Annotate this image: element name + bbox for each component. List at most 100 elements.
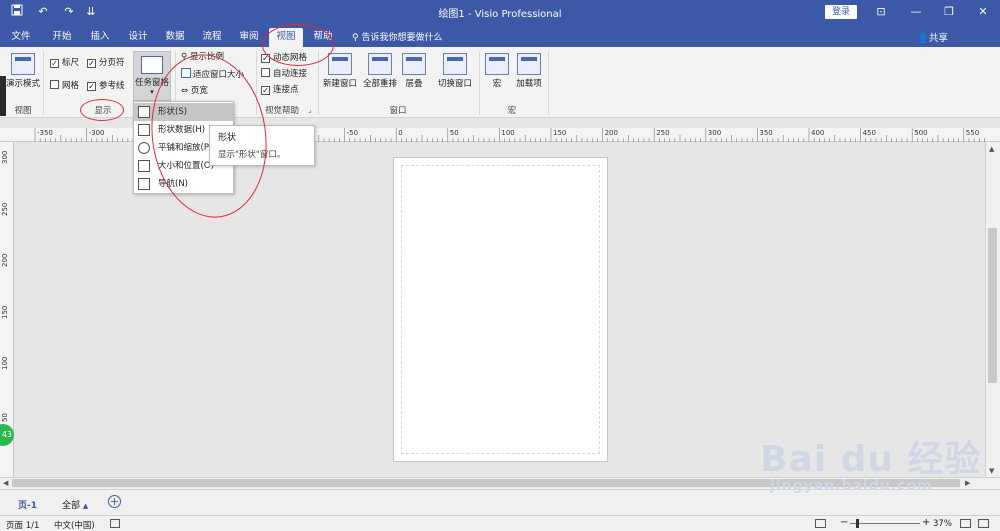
person-icon: 👤 <box>917 33 929 44</box>
arrange-all-button[interactable]: 全部重排 <box>360 53 400 89</box>
size-position-icon <box>138 160 150 172</box>
drawing-page[interactable] <box>393 157 608 462</box>
fit-window-icon[interactable] <box>960 519 971 528</box>
ribbon-tabs: 文件 开始 插入 设计 数据 流程 审阅 视图 帮助 ⚲ 告诉我你想要做什么 👤… <box>0 24 1000 47</box>
fit-page-icon[interactable] <box>815 519 826 528</box>
status-page: 页面 1/1 <box>6 521 40 531</box>
ruler-label: 300 <box>1 150 9 164</box>
present-mode-button[interactable]: 演示模式 <box>4 53 42 89</box>
arrange-all-icon <box>368 53 392 75</box>
macro-button[interactable]: 宏 <box>484 53 510 89</box>
status-bar: 页面 1/1 中文(中国) − + 37% <box>0 515 1000 531</box>
ruler-label: 200 <box>1 253 9 267</box>
annotation-circle-show <box>80 99 124 121</box>
search-icon: ⚲ <box>352 33 359 43</box>
group-label-window: 窗口 <box>389 106 407 116</box>
separator <box>43 51 44 115</box>
pan-zoom-icon <box>138 142 150 154</box>
tab-data[interactable]: 数据 <box>161 28 189 47</box>
ruler-label: 200 <box>604 129 618 137</box>
scroll-up-icon[interactable]: ▲ <box>989 145 994 153</box>
group-label-macro: 宏 <box>507 106 517 116</box>
navigation-icon <box>138 178 150 190</box>
macro-record-icon[interactable] <box>110 519 120 528</box>
maximize-icon[interactable]: ❐ <box>936 3 962 21</box>
ribbon-display-icon[interactable]: ⊡ <box>868 3 894 21</box>
ruler-label: 350 <box>759 129 773 137</box>
ruler-label: 150 <box>1 305 9 319</box>
scroll-down-icon[interactable]: ▼ <box>989 467 994 475</box>
ruler-label: 100 <box>501 129 515 137</box>
separator <box>548 51 549 115</box>
cascade-button[interactable]: 层叠 <box>400 53 428 89</box>
tell-me-search[interactable]: ⚲ 告诉我你想要做什么 <box>352 30 442 43</box>
watermark-brand: Bai du 经验 <box>760 439 982 480</box>
ruler-checkbox[interactable]: ✓ 标尺 <box>50 57 79 70</box>
tab-insert[interactable]: 插入 <box>86 28 114 47</box>
group-label-visual-aids: 视觉帮助 <box>264 106 299 116</box>
caret-up-icon: ▲ <box>82 502 89 510</box>
ruler-label: 550 <box>965 129 980 137</box>
switch-window-button[interactable]: 切换窗口 <box>434 53 476 89</box>
scroll-left-icon[interactable]: ◀ <box>3 479 8 487</box>
all-pages-button[interactable]: 全部 ▲ <box>62 498 88 511</box>
checkmark-icon: ✓ <box>87 59 96 68</box>
tab-review[interactable]: 审阅 <box>235 28 263 47</box>
share-button[interactable]: 👤共享 <box>917 30 948 44</box>
checkmark-icon: ✓ <box>87 82 96 91</box>
ruler-label: 50 <box>449 129 459 137</box>
add-page-icon[interactable]: + <box>108 495 121 508</box>
tab-file[interactable]: 文件 <box>7 28 35 47</box>
new-window-icon <box>328 53 352 75</box>
zoom-slider-handle[interactable] <box>856 519 859 528</box>
switch-window-icon <box>443 53 467 75</box>
page-margin <box>401 165 600 454</box>
new-window-button[interactable]: 新建窗口 <box>320 53 360 89</box>
ruler-label: 450 <box>862 129 876 137</box>
ruler-label: 250 <box>656 129 670 137</box>
tab-process[interactable]: 流程 <box>198 28 226 47</box>
pagebreak-checkbox[interactable]: ✓ 分页符 <box>87 57 125 70</box>
macro-icon <box>485 53 509 75</box>
guides-checkbox[interactable]: ✓ 参考线 <box>87 80 125 93</box>
separator <box>479 51 480 115</box>
ruler-label: 150 <box>553 129 567 137</box>
grid-checkbox[interactable]: 网格 <box>50 80 79 93</box>
cascade-icon <box>402 53 426 75</box>
close-icon[interactable]: ✕ <box>970 3 996 21</box>
login-button[interactable]: 登录 <box>825 5 857 19</box>
zoom-level: 37% <box>933 519 952 529</box>
watermark: Bai du 经验 jingyan.baidu.com <box>760 430 982 494</box>
ruler-label: 100 <box>1 356 9 370</box>
addins-button[interactable]: 加载项 <box>512 53 546 89</box>
page-tab-1[interactable]: 页-1 <box>18 498 37 511</box>
annotation-circle-view-tab <box>262 24 334 66</box>
shapes-icon <box>138 106 150 118</box>
title-bar: ↶ ↷ ⇊ 绘图1 - Visio Professional 登录 ⊡ — ❐ … <box>0 0 1000 24</box>
ruler-label: 500 <box>914 129 928 137</box>
ruler-label: -50 <box>346 129 359 137</box>
side-handle <box>0 76 6 116</box>
ruler-label: 400 <box>811 129 825 137</box>
switch-windows-icon[interactable] <box>978 519 989 528</box>
ruler-label: 250 <box>1 202 9 216</box>
vertical-scroll-thumb[interactable] <box>988 228 997 383</box>
ruler-label: 0 <box>398 129 403 137</box>
status-language: 中文(中国) <box>54 521 95 531</box>
connection-points-checkbox[interactable]: ✓ 连接点 <box>261 84 299 97</box>
ruler-label: 300 <box>707 129 722 137</box>
zoom-in-icon[interactable]: + <box>922 517 930 528</box>
group-label-view: 视图 <box>14 106 32 116</box>
dialog-launcher-icon[interactable]: ⌟ <box>308 105 312 114</box>
ruler-label: -350 <box>37 129 53 137</box>
ruler-label: -300 <box>88 129 105 137</box>
zoom-out-icon[interactable]: − <box>840 517 848 528</box>
autoconnect-checkbox[interactable]: 自动连接 <box>261 68 307 81</box>
tab-home[interactable]: 开始 <box>48 28 76 47</box>
ruler-label: 50 <box>1 412 9 422</box>
minimize-icon[interactable]: — <box>903 3 929 21</box>
tab-design[interactable]: 设计 <box>124 28 152 47</box>
addins-icon <box>517 53 541 75</box>
presentation-icon <box>11 53 35 75</box>
zoom-slider[interactable] <box>850 523 920 524</box>
